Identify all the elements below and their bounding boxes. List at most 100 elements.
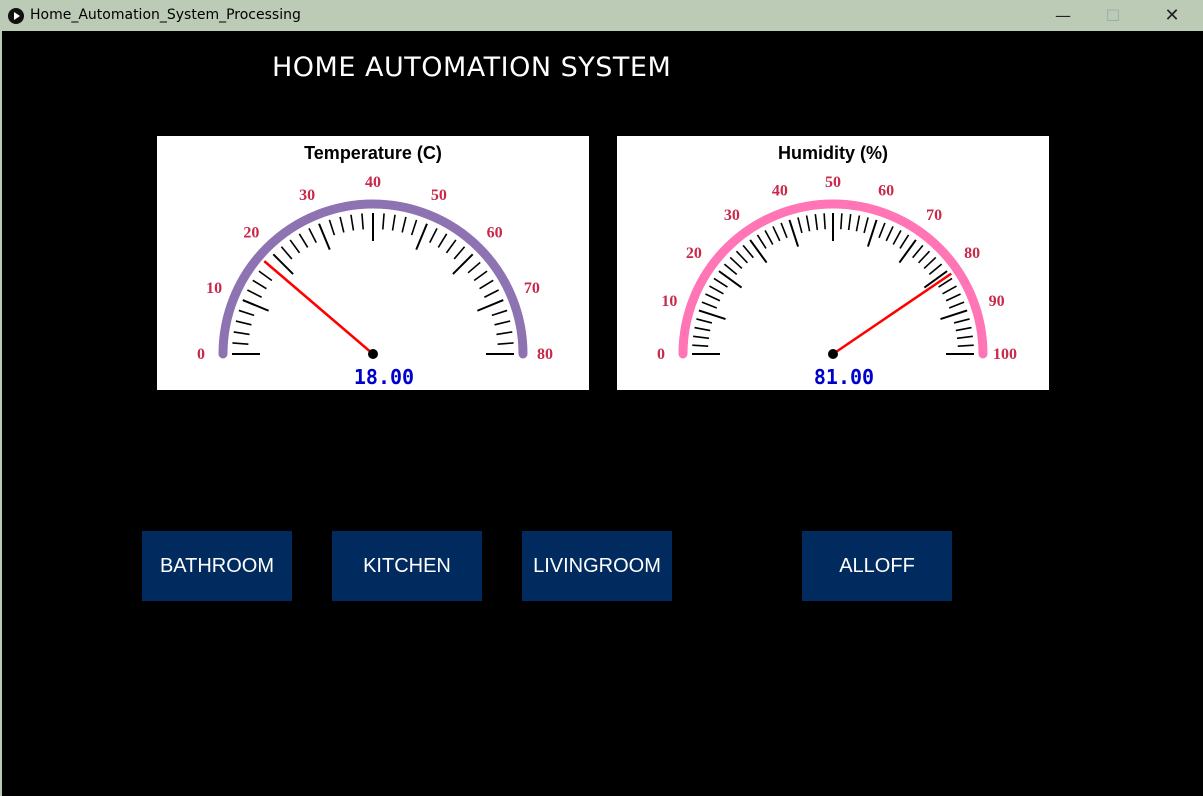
- temperature-minor-tick: [429, 228, 438, 243]
- humidity-minor-tick: [955, 326, 972, 332]
- humidity-needle-hub: [828, 349, 838, 359]
- humidity-scale-label: 40: [772, 182, 788, 199]
- humidity-minor-tick: [696, 318, 713, 324]
- humidity-minor-tick: [942, 285, 957, 295]
- minimize-button[interactable]: —: [1040, 0, 1086, 31]
- page-title: HOME AUTOMATION SYSTEM: [272, 52, 672, 83]
- temperature-minor-tick: [437, 233, 448, 248]
- humidity-minor-tick: [713, 277, 728, 288]
- temperature-minor-tick: [467, 261, 481, 274]
- temperature-minor-tick: [233, 331, 250, 336]
- humidity-value-readout: 81.00: [814, 365, 874, 389]
- humidity-scale-label: 20: [686, 245, 702, 262]
- temperature-minor-tick: [247, 289, 262, 298]
- window-titlebar[interactable]: Home_Automation_System_Processing — ☐ ✕: [0, 0, 1203, 31]
- window-title: Home_Automation_System_Processing: [30, 7, 301, 23]
- alloff-button[interactable]: ALLOFF: [802, 531, 952, 601]
- humidity-minor-tick: [855, 215, 861, 232]
- humidity-major-tick: [866, 219, 878, 247]
- temperature-scale-label: 10: [206, 280, 222, 297]
- temperature-minor-tick: [361, 213, 364, 230]
- temperature-scale-label: 50: [431, 187, 447, 204]
- humidity-minor-tick: [772, 226, 781, 242]
- humidity-minor-tick: [742, 244, 754, 259]
- play-circle-icon: [8, 8, 24, 24]
- humidity-minor-tick: [928, 263, 943, 275]
- humidity-major-tick: [698, 309, 726, 321]
- temperature-minor-tick: [401, 216, 407, 233]
- window-frame-left: [0, 31, 2, 796]
- temperature-major-tick: [318, 223, 331, 250]
- humidity-scale-label: 10: [661, 293, 677, 310]
- humidity-minor-tick: [694, 326, 711, 332]
- humidity-minor-tick: [692, 344, 709, 347]
- humidity-minor-tick: [953, 318, 970, 324]
- humidity-minor-tick: [912, 244, 924, 259]
- livingroom-button[interactable]: LIVINGROOM: [522, 531, 672, 601]
- temperature-scale-label: 20: [243, 224, 259, 241]
- close-button[interactable]: ✕: [1149, 0, 1195, 31]
- temperature-scale-label: 40: [365, 174, 381, 191]
- temperature-minor-tick: [473, 270, 488, 282]
- humidity-minor-tick: [840, 213, 843, 230]
- temperature-minor-tick: [289, 239, 301, 254]
- humidity-minor-tick: [756, 234, 767, 249]
- humidity-minor-tick: [899, 234, 910, 249]
- temperature-gauge-title: Temperature (C): [304, 143, 442, 163]
- temperature-needle-hub: [368, 349, 378, 359]
- temperature-minor-tick: [350, 214, 355, 231]
- humidity-minor-tick: [823, 213, 826, 230]
- humidity-scale-label: 50: [825, 174, 841, 191]
- temperature-minor-tick: [445, 239, 457, 254]
- humidity-minor-tick: [705, 293, 721, 302]
- temperature-minor-tick: [328, 219, 336, 236]
- temperature-major-tick: [242, 299, 269, 312]
- humidity-gauge-panel: Humidity (%) 0 10 20 30 40 50 60 70 80 90 100 81.00: [617, 136, 1049, 390]
- temperature-gauge: Temperature (C) 0 10 20 30 40 50 60 70 80 18.00: [197, 143, 553, 389]
- humidity-minor-tick: [956, 335, 973, 340]
- humidity-gauge: Humidity (%) 0 10 20 30 40 50 60 70 80 90 100 81.00: [657, 143, 1017, 389]
- humidity-major-tick: [898, 239, 917, 264]
- humidity-scale-label: 30: [724, 207, 740, 224]
- humidity-minor-tick: [701, 301, 718, 309]
- temperature-scale-label: 0: [197, 346, 205, 363]
- humidity-minor-tick: [729, 256, 743, 270]
- temperature-minor-tick: [391, 214, 396, 231]
- temperature-minor-tick: [496, 331, 513, 336]
- humidity-minor-tick: [693, 335, 710, 340]
- temperature-scale-label: 30: [299, 187, 315, 204]
- humidity-minor-tick: [917, 250, 931, 264]
- temperature-minor-tick: [382, 213, 385, 230]
- humidity-major-tick: [940, 309, 968, 321]
- humidity-minor-tick: [892, 230, 902, 245]
- humidity-scale-label: 80: [964, 245, 980, 262]
- humidity-minor-tick: [805, 215, 811, 232]
- humidity-minor-tick: [814, 214, 819, 231]
- maximize-button[interactable]: ☐: [1090, 0, 1136, 31]
- humidity-scale-label: 100: [993, 346, 1017, 363]
- humidity-scale-label: 90: [989, 293, 1005, 310]
- humidity-minor-tick: [709, 285, 724, 295]
- humidity-minor-tick: [797, 217, 803, 234]
- humidity-minor-tick: [863, 217, 869, 234]
- temperature-needle: [263, 260, 374, 355]
- kitchen-button[interactable]: KITCHEN: [332, 531, 482, 601]
- humidity-scale-label: 0: [657, 346, 665, 363]
- humidity-gauge-title: Humidity (%): [778, 143, 888, 163]
- temperature-major-tick: [477, 299, 504, 312]
- temperature-minor-tick: [410, 219, 418, 236]
- temperature-minor-tick: [235, 320, 252, 326]
- humidity-minor-tick: [878, 222, 886, 239]
- temperature-minor-tick: [339, 216, 345, 233]
- humidity-major-tick: [749, 239, 768, 264]
- temperature-minor-tick: [298, 233, 309, 248]
- humidity-minor-tick: [885, 226, 894, 242]
- temperature-scale-label: 70: [524, 280, 540, 297]
- temperature-minor-tick: [479, 279, 494, 290]
- humidity-minor-tick: [764, 230, 774, 245]
- temperature-minor-tick: [497, 342, 514, 345]
- humidity-minor-tick: [923, 256, 937, 270]
- temperature-minor-tick: [258, 270, 273, 282]
- temperature-scale-label: 60: [487, 224, 503, 241]
- bathroom-button[interactable]: BATHROOM: [142, 531, 292, 601]
